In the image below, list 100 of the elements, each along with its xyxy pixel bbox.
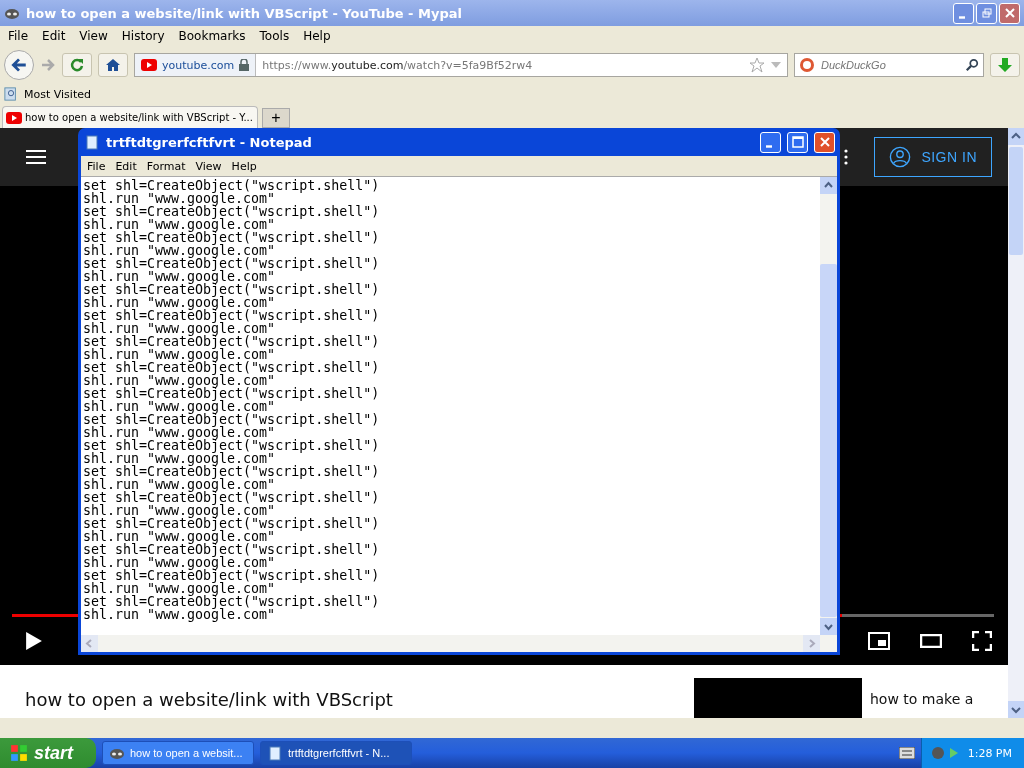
scrollbar-thumb[interactable]: [820, 264, 837, 617]
code-line: set shl=CreateObject("wscript.shell"): [83, 179, 380, 192]
menu-item[interactable]: View: [191, 159, 226, 173]
close-button[interactable]: [814, 131, 835, 153]
lock-icon: [239, 59, 250, 71]
menu-item[interactable]: Help: [299, 29, 335, 43]
code-line: shl.run "www.google.com": [83, 322, 276, 335]
reload-button[interactable]: [62, 53, 92, 77]
restore-button[interactable]: [976, 2, 997, 24]
scrollbar-thumb[interactable]: [1009, 147, 1023, 255]
menu-item[interactable]: File: [83, 159, 110, 173]
back-button[interactable]: [4, 50, 34, 80]
star-icon[interactable]: [749, 57, 765, 73]
menu-item[interactable]: Format: [142, 159, 190, 173]
address-field[interactable]: youtube.com https://www.youtube.com/watch?v=5fa9Bf52rw4: [134, 53, 788, 77]
menu-item[interactable]: File: [4, 29, 33, 43]
back-arrow-icon: [10, 56, 28, 74]
code-line: shl.run "www.google.com": [83, 348, 276, 361]
minimize-button[interactable]: [953, 2, 974, 24]
maximize-button[interactable]: [787, 131, 808, 153]
search-icon[interactable]: [965, 58, 979, 72]
download-button[interactable]: [990, 53, 1020, 77]
code-line: set shl=CreateObject("wscript.shell"): [83, 361, 380, 374]
fullscreen-icon[interactable]: [972, 631, 992, 651]
new-tab-button[interactable]: +: [261, 108, 290, 128]
code-line: set shl=CreateObject("wscript.shell"): [83, 413, 380, 426]
notepad-icon: [84, 134, 100, 150]
code-line: set shl=CreateObject("wscript.shell"): [83, 335, 380, 348]
code-line: shl.run "www.google.com": [83, 608, 276, 621]
clock: 1:28 PM: [967, 746, 1012, 760]
play-icon[interactable]: [26, 632, 42, 650]
minimize-icon: [766, 144, 772, 148]
reload-icon: [69, 57, 85, 73]
start-button[interactable]: start: [0, 738, 96, 768]
code-line: set shl=CreateObject("wscript.shell"): [83, 231, 380, 244]
menu-item[interactable]: History: [117, 29, 169, 43]
play-logo-icon: [6, 111, 22, 124]
scrollbar[interactable]: [1008, 128, 1024, 718]
code-line: set shl=CreateObject("wscript.shell"): [83, 595, 380, 608]
restore-icon: [981, 8, 992, 18]
menu-item[interactable]: Bookmarks: [174, 29, 250, 43]
scrollbar[interactable]: [820, 177, 837, 635]
thumbnail[interactable]: [694, 678, 862, 718]
taskbar-button[interactable]: trtftdtgrerfcftfvrt - N...: [260, 741, 412, 765]
code-line: shl.run "www.google.com": [83, 244, 276, 257]
code-line: shl.run "www.google.com": [83, 192, 276, 205]
scroll-down-icon[interactable]: [820, 618, 837, 635]
more-icon[interactable]: [844, 149, 849, 165]
menu-icon[interactable]: [26, 150, 46, 164]
code-line: shl.run "www.google.com": [83, 374, 276, 387]
code-line: set shl=CreateObject("wscript.shell"): [83, 543, 380, 556]
menu-item[interactable]: View: [75, 29, 112, 43]
video-title: how to open a website/link with VBScript: [25, 689, 393, 710]
code-line: shl.run "www.google.com": [83, 478, 276, 491]
browser-tab[interactable]: how to open a website/link with VBScript - Y...: [2, 106, 258, 128]
user-icon: [889, 146, 912, 168]
code-line: shl.run "www.google.com": [83, 400, 276, 413]
url-text: https://www.youtube.com/watch?v=5fa9Bf52rw4: [262, 58, 534, 72]
keyboard-icon[interactable]: [898, 747, 915, 759]
taskbar-button[interactable]: how to open a websit...: [102, 741, 254, 765]
code-line: set shl=CreateObject("wscript.shell"): [83, 387, 380, 400]
code-line: set shl=CreateObject("wscript.shell"): [83, 517, 380, 530]
related-title[interactable]: how to make a: [870, 691, 1008, 707]
minimize-icon: [959, 15, 965, 19]
window-title: trtftdtgrerfcftfvrt - Notepad: [106, 134, 312, 150]
menu-item[interactable]: Edit: [38, 29, 70, 43]
scroll-up-icon[interactable]: [1008, 128, 1024, 145]
menu-item[interactable]: Help: [227, 159, 261, 173]
window-title: how to open a website/link with VBScript - YouTube - Mypal: [26, 5, 463, 21]
minimize-button[interactable]: [760, 131, 781, 153]
code-line: set shl=CreateObject("wscript.shell"): [83, 309, 380, 322]
site-label: youtube.com: [162, 58, 235, 72]
code-line: set shl=CreateObject("wscript.shell"): [83, 491, 380, 504]
menu-item[interactable]: Tools: [255, 29, 294, 43]
home-button[interactable]: [98, 53, 128, 77]
search-input[interactable]: DuckDuckGo: [819, 58, 961, 72]
maximize-icon: [791, 136, 804, 148]
code-line: shl.run "www.google.com": [83, 530, 276, 543]
bookmark-item[interactable]: Most Visited: [24, 87, 91, 101]
code-line: set shl=CreateObject("wscript.shell"): [83, 465, 380, 478]
code-line: set shl=CreateObject("wscript.shell"): [83, 257, 380, 270]
forward-icon: [40, 57, 56, 73]
code-line: shl.run "www.google.com": [83, 218, 276, 231]
search-field[interactable]: DuckDuckGo: [794, 53, 984, 77]
code-line: set shl=CreateObject("wscript.shell"): [83, 205, 380, 218]
menu-item[interactable]: Edit: [111, 159, 141, 173]
miniplayer-icon[interactable]: [868, 632, 890, 650]
play-logo-icon: [141, 59, 157, 71]
code-line: set shl=CreateObject("wscript.shell"): [83, 283, 380, 296]
close-button[interactable]: [999, 2, 1020, 24]
windows-logo-icon: [10, 744, 28, 762]
code-line: shl.run "www.google.com": [83, 504, 276, 517]
theater-icon[interactable]: [920, 634, 942, 648]
code-line: set shl=CreateObject("wscript.shell"): [83, 439, 380, 452]
notepad-icon: [267, 745, 283, 761]
sign-in-button[interactable]: SIGN IN: [874, 137, 992, 177]
scroll-up-icon[interactable]: [820, 177, 837, 194]
scroll-down-icon[interactable]: [1008, 701, 1024, 718]
close-icon: [819, 137, 830, 147]
code-line: set shl=CreateObject("wscript.shell"): [83, 569, 380, 582]
